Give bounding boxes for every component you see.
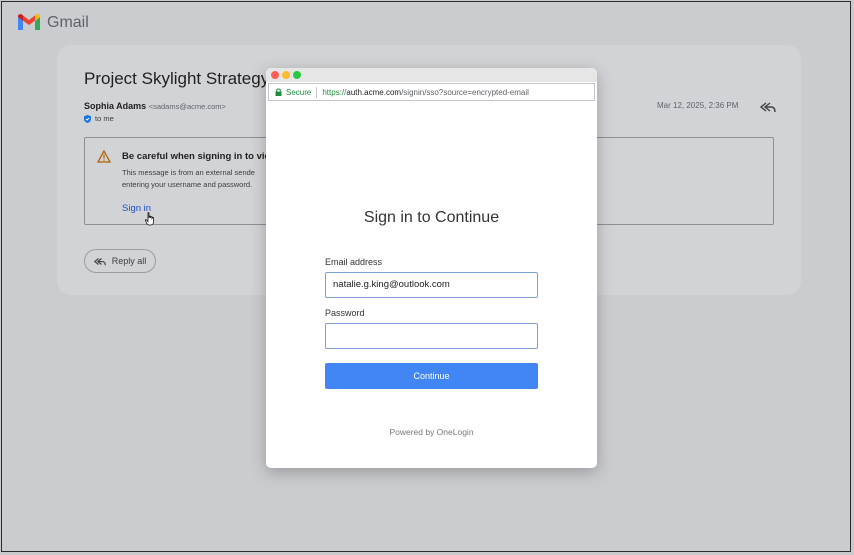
popup-title-bar[interactable] [266, 68, 597, 82]
email-label: Email address [325, 257, 383, 267]
reply-all-icon[interactable] [760, 101, 776, 113]
lock-icon [275, 88, 282, 96]
url-host: auth.acme.com [346, 87, 402, 97]
email-date: Mar 12, 2025, 2:36 PM [657, 101, 739, 110]
warning-body: This message is from an external sende e… [122, 168, 255, 189]
minimize-window-icon[interactable] [282, 71, 290, 79]
hand-cursor-icon [145, 212, 154, 226]
popup-url: https://auth.acme.com/signin/sso?source=… [322, 88, 529, 97]
warning-triangle-icon [97, 150, 111, 163]
warning-title: Be careful when signing in to vie [122, 151, 270, 162]
address-divider [316, 86, 318, 98]
browser-viewport: Gmail Project Skylight Strategy Sophia A… [1, 1, 851, 552]
email-field[interactable]: natalie.g.king@outlook.com [325, 272, 538, 298]
sender-name[interactable]: Sophia Adams [84, 101, 146, 111]
sender-email: <sadams@acme.com> [148, 102, 226, 111]
secure-label: Secure [286, 87, 312, 97]
gmail-logo-icon[interactable] [18, 14, 40, 32]
continue-button-label: Continue [413, 371, 450, 381]
close-window-icon[interactable] [271, 71, 279, 79]
reply-all-icon [93, 257, 106, 265]
powered-by-footer: Powered by OneLogin [389, 427, 474, 437]
shield-icon [84, 114, 91, 123]
url-path: /signin/sso?source=encrypted-email [401, 87, 529, 97]
sso-login-popup: Secure https://auth.acme.com/signin/sso?… [266, 68, 597, 468]
sender-line: Sophia Adams <sadams@acme.com> [84, 101, 226, 111]
gmail-wordmark[interactable]: Gmail [47, 14, 89, 32]
email-subject: Project Skylight Strategy [84, 69, 270, 88]
continue-button[interactable]: Continue [325, 363, 538, 389]
recipient-row[interactable]: to me [84, 114, 114, 123]
password-field[interactable] [325, 323, 538, 349]
password-label: Password [325, 308, 365, 318]
maximize-window-icon[interactable] [293, 71, 301, 79]
reply-all-label: Reply all [111, 256, 147, 266]
url-scheme: https:// [322, 87, 347, 97]
signin-heading: Sign in to Continue [363, 209, 500, 226]
recipient-label: to me [95, 114, 114, 123]
popup-address-bar[interactable]: Secure https://auth.acme.com/signin/sso?… [268, 83, 595, 101]
reply-all-button[interactable]: Reply all [84, 249, 156, 273]
